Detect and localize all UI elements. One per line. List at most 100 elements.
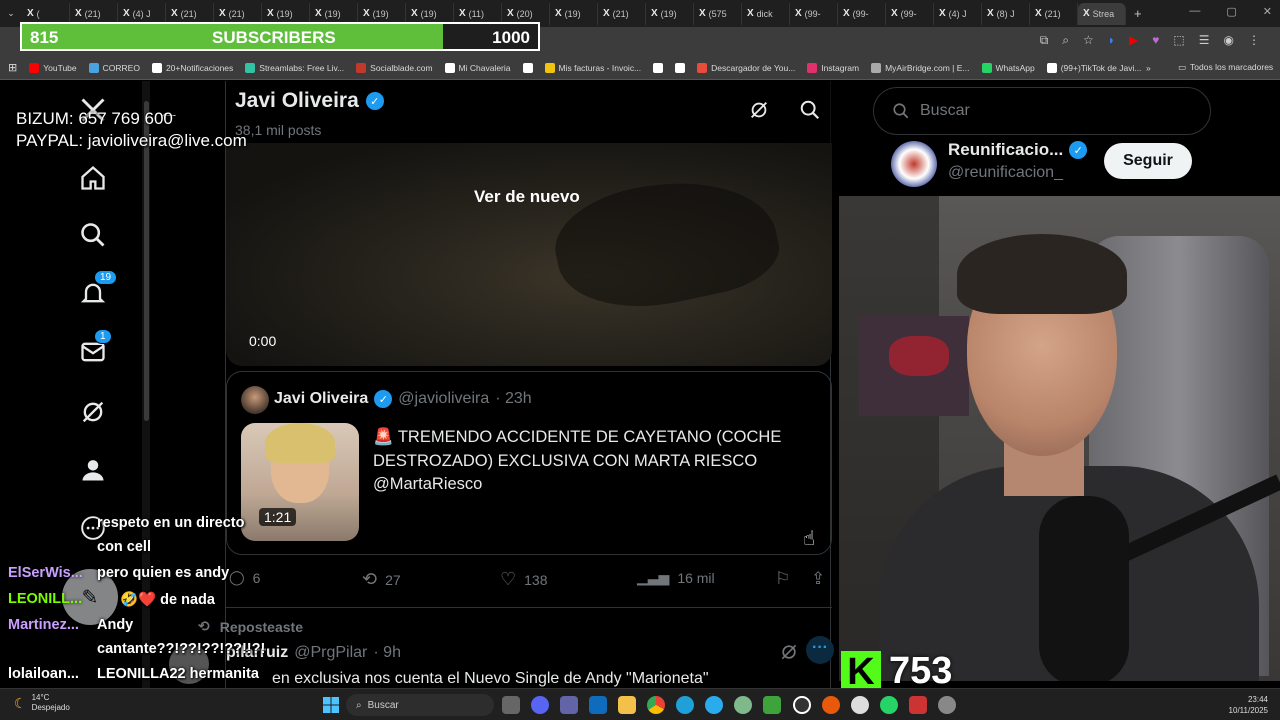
follow-suggestion[interactable]: Reunificacio... ✓ @reunificacion_ Seguir [889, 139, 1209, 189]
zoom-icon[interactable]: ⌕ [1062, 33, 1069, 48]
camtasia-icon[interactable] [763, 696, 781, 714]
next-post-more-icon[interactable]: ··· [806, 636, 834, 664]
weather-widget[interactable]: ☾ 14°C Despejado [14, 693, 70, 713]
next-post-handle[interactable]: @PrgPilar [294, 644, 367, 662]
share-button[interactable]: ⇪ [811, 569, 825, 589]
apps-icon[interactable]: ⊞ [8, 61, 17, 74]
extension-icon[interactable]: ◗ [1108, 33, 1115, 48]
bookmark-item[interactable]: WhatsApp [981, 62, 1035, 73]
file-explorer-icon[interactable] [618, 696, 636, 714]
start-button[interactable] [323, 697, 339, 718]
browser-tab[interactable]: X (21) [598, 2, 646, 25]
minimize-icon[interactable]: — [1189, 5, 1200, 18]
telegram-icon[interactable] [705, 696, 723, 714]
system-clock[interactable]: 23:44 10/11/2025 [1229, 694, 1268, 716]
suggestion-handle[interactable]: @reunificacion_ [948, 164, 1063, 182]
cast-icon[interactable]: ⧉ [1040, 33, 1049, 48]
bookmark-item[interactable]: Mi Chavaleria [444, 62, 511, 73]
bookmark-item[interactable]: (99+)TikTok de Javi... [1046, 62, 1141, 73]
browser-tab[interactable]: X (4) J [934, 2, 982, 25]
like-button[interactable]: ♡ 138 [500, 569, 548, 590]
browser-tab[interactable]: X Strea [1078, 2, 1126, 25]
obs-icon[interactable] [793, 696, 811, 714]
outlook-icon[interactable] [589, 696, 607, 714]
maximize-icon[interactable]: ▢ [1226, 5, 1236, 18]
video-player[interactable]: Ver de nuevo 0:00 [226, 143, 832, 366]
bookmark-item[interactable]: MyAirBridge.com | E... [871, 62, 970, 73]
search-icon[interactable] [78, 220, 108, 250]
browser-tab[interactable]: X (575 [694, 2, 742, 25]
taskbar-search[interactable]: ⌕ Buscar [346, 694, 494, 716]
bookmark-item[interactable]: CORREO [88, 62, 140, 73]
edge-icon[interactable] [676, 696, 694, 714]
quoted-post[interactable]: Javi Oliveira ✓ @javioliveira · 23h 1:21… [226, 371, 832, 555]
browser-tab[interactable]: X (99- [790, 2, 838, 25]
browser-tab[interactable]: X (19) [646, 2, 694, 25]
quote-mention[interactable]: @MartaRiesco [373, 473, 781, 497]
app-icon[interactable] [822, 696, 840, 714]
close-icon[interactable]: ✕ [1263, 5, 1272, 18]
discord-icon[interactable] [531, 696, 549, 714]
quote-avatar[interactable] [241, 386, 269, 414]
bookmark-item[interactable]: 20+Notificaciones [151, 62, 233, 73]
grok-icon[interactable] [78, 397, 108, 427]
bookmark-item[interactable]: Streamlabs: Free Liv... [245, 62, 344, 73]
browser-tab[interactable]: X (21) [1030, 2, 1078, 25]
menu-icon[interactable]: ⋮ [1248, 33, 1260, 48]
quote-time[interactable]: · 23h [495, 390, 531, 408]
home-icon[interactable] [78, 163, 108, 193]
tab-list-button[interactable]: ⌄ [0, 8, 22, 19]
grok-header-icon[interactable] [748, 99, 770, 126]
star-icon[interactable]: ☆ [1083, 33, 1094, 48]
youtube-ext-icon[interactable]: ▶ [1129, 33, 1138, 48]
browser-tab[interactable]: X (19) [550, 2, 598, 25]
quote-handle[interactable]: @javioliveira [398, 390, 489, 408]
chrome-icon[interactable] [647, 696, 665, 714]
repost-button[interactable]: ⟲ 27 [362, 569, 401, 590]
profile-icon[interactable] [78, 455, 108, 485]
bookmark-item[interactable]: Instagram [807, 62, 859, 73]
quote-thumbnail[interactable]: 1:21 [241, 423, 359, 541]
all-bookmarks[interactable]: ▭ Todos los marcadores [1178, 62, 1273, 73]
next-post-time[interactable]: · 9h [373, 644, 401, 662]
bookmark-item[interactable]: Socialblade.com [356, 62, 433, 73]
app-icon[interactable] [734, 696, 752, 714]
new-tab-button[interactable]: + [1126, 6, 1150, 21]
teams-icon[interactable] [560, 696, 578, 714]
bookmark-item[interactable] [653, 62, 664, 73]
app-icon[interactable] [851, 696, 869, 714]
ext-puzzle-icon[interactable]: ⬚ [1173, 33, 1184, 48]
bookmark-item[interactable] [522, 62, 533, 73]
bookmarks-overflow-icon[interactable]: » [1146, 63, 1151, 73]
suggestion-name[interactable]: Reunificacio... [948, 140, 1063, 160]
app-icon[interactable] [909, 696, 927, 714]
browser-tab[interactable]: X (99- [838, 2, 886, 25]
browser-tab[interactable]: X (99- [886, 2, 934, 25]
quote-author-name[interactable]: Javi Oliveira [274, 390, 368, 408]
messages-icon[interactable]: 1 [78, 329, 112, 367]
replay-button[interactable]: Ver de nuevo [474, 187, 580, 207]
views-button[interactable]: ▁▃▅ 16 mil [637, 569, 715, 586]
next-post-grok-icon[interactable] [779, 642, 799, 667]
bookmark-item[interactable]: Descargador de You... [697, 62, 795, 73]
whatsapp-icon[interactable] [880, 696, 898, 714]
bookmark-item[interactable]: Mis facturas - Invoic... [544, 62, 641, 73]
ext-heart-icon[interactable]: ♥ [1152, 33, 1159, 48]
browser-tab[interactable]: Xdick [742, 2, 790, 25]
notifications-icon[interactable]: 19 [78, 270, 118, 308]
search-input[interactable]: Buscar [873, 87, 1211, 135]
tab-favicon-icon: X [171, 8, 178, 19]
bookmark-item[interactable] [675, 62, 686, 73]
browser-tab[interactable]: X (8) J [982, 2, 1030, 25]
bookmark-item[interactable]: YouTube [29, 62, 77, 73]
header-search-icon[interactable] [799, 99, 821, 126]
settings-icon[interactable] [938, 696, 956, 714]
task-view-icon[interactable] [502, 696, 520, 714]
avatar[interactable]: ◉ [1224, 33, 1234, 48]
suggestion-avatar[interactable] [891, 141, 937, 187]
reply-button[interactable]: ◯ 6 [229, 569, 260, 586]
like-count: 138 [524, 571, 548, 588]
follow-button[interactable]: Seguir [1104, 143, 1192, 179]
bookmark-button[interactable]: ⚐ [775, 569, 790, 589]
reading-list-icon[interactable]: ☰ [1199, 33, 1210, 48]
